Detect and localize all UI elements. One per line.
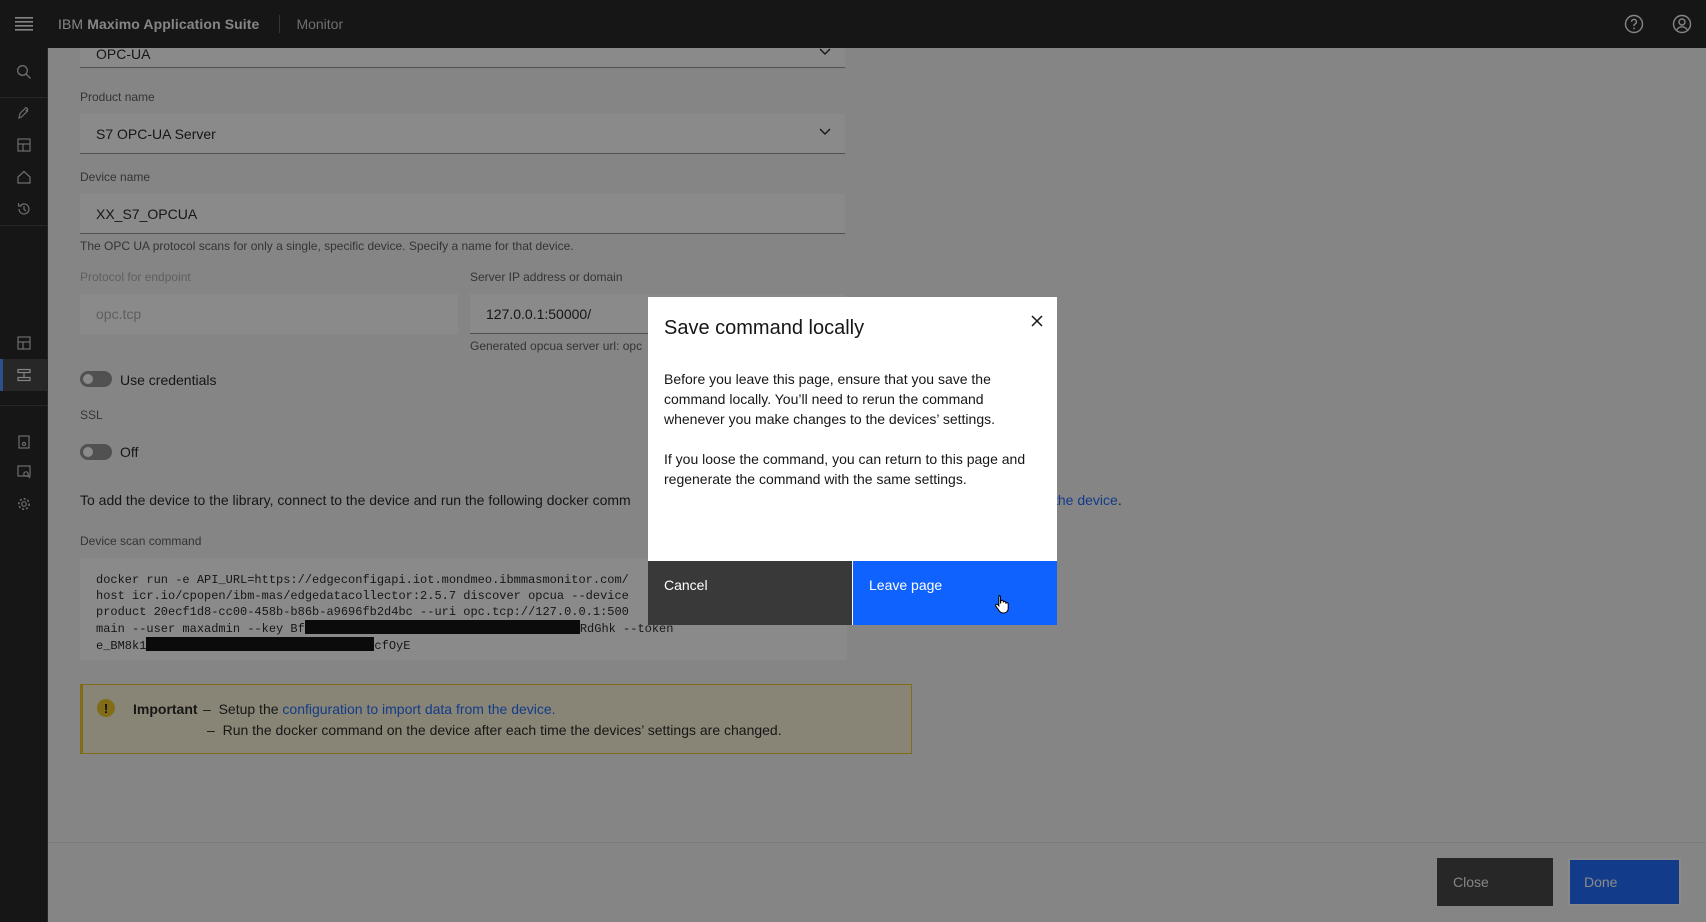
leave-page-button[interactable]: Leave page [853, 561, 1057, 625]
modal-paragraph-1: Before you leave this page, ensure that … [664, 371, 996, 427]
close-icon[interactable] [1025, 309, 1049, 333]
modal-body: Before you leave this page, ensure that … [664, 369, 1044, 489]
cancel-button[interactable]: Cancel [648, 561, 852, 625]
modal-paragraph-2: If you loose the command, you can return… [664, 451, 1026, 487]
save-command-modal: Save command locally Before you leave th… [648, 297, 1057, 625]
modal-title: Save command locally [664, 317, 865, 339]
hand-cursor-icon [995, 595, 1009, 614]
